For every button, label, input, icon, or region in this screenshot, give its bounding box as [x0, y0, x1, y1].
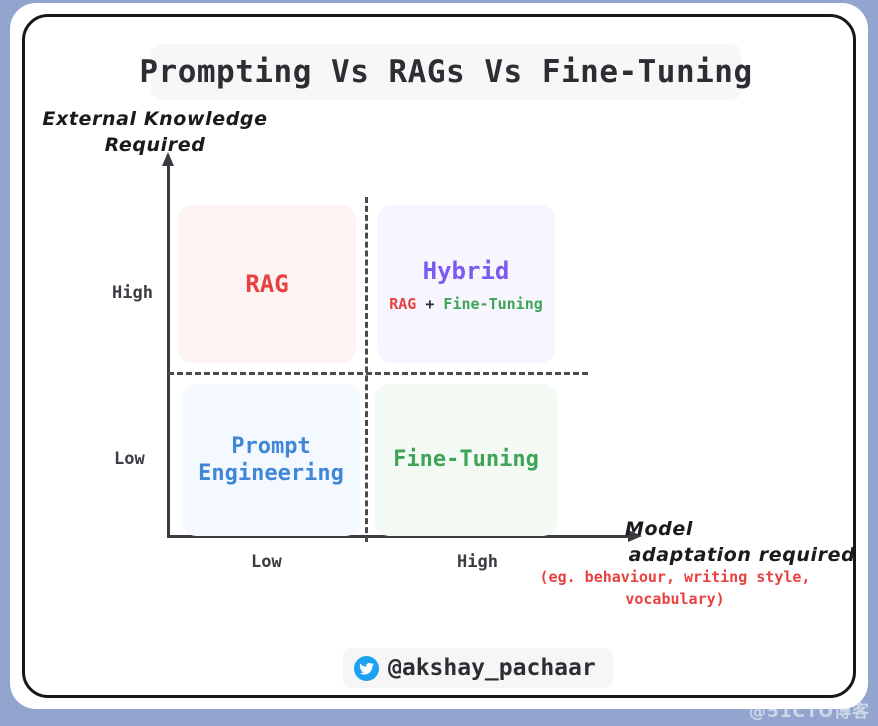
page-title: Prompting Vs RAGs Vs Fine-Tuning: [139, 54, 753, 90]
x-axis-caption-line1: Model: [625, 518, 693, 540]
x-axis-note-line2: vocabulary): [625, 589, 725, 608]
watermark: @51CTO博客: [748, 702, 870, 722]
hybrid-subtitle-rag: RAG: [389, 294, 417, 313]
twitter-bird-icon: [354, 655, 379, 681]
hybrid-subtitle-finetuning: Fine-Tuning: [443, 294, 543, 313]
quadrant-hybrid-subtitle: RAG + Fine-Tuning: [389, 295, 543, 313]
quadrant-hybrid-label: Hybrid: [422, 256, 510, 285]
quadrant-fine-tuning-label: Fine-Tuning: [393, 447, 539, 473]
author-handle-text: @akshay_pachaar: [388, 655, 596, 681]
y-axis-line: [162, 152, 174, 537]
quadrant-prompt-engineering-label: Prompt Engineering: [198, 433, 344, 487]
hybrid-subtitle-plus: +: [416, 294, 444, 313]
quadrant-fine-tuning[interactable]: Fine-Tuning: [375, 384, 557, 536]
horizontal-divider-dashed: [168, 372, 588, 375]
quadrant-rag-label: RAG: [245, 270, 289, 298]
x-axis-note-line1: (eg. behaviour, writing style,: [539, 568, 811, 586]
x-tick-high: High: [457, 552, 498, 572]
x-axis-caption-line2: adaptation required: [628, 543, 856, 566]
quadrant-hybrid[interactable]: Hybrid RAG + Fine-Tuning: [377, 205, 555, 363]
quadrant-prompt-engineering[interactable]: Prompt Engineering: [182, 384, 360, 536]
infographic-card: Prompting Vs RAGs Vs Fine-Tuning Externa…: [22, 14, 856, 698]
y-axis-caption-line2: Required: [104, 133, 206, 156]
x-tick-low: Low: [251, 552, 282, 572]
x-axis-caption: Model adaptation required: [617, 517, 856, 568]
x-axis-note: (eg. behaviour, writing style, vocabular…: [495, 567, 853, 611]
title-banner: Prompting Vs RAGs Vs Fine-Tuning: [139, 44, 752, 100]
y-tick-high: High: [112, 283, 153, 303]
quadrant-rag[interactable]: RAG: [178, 205, 356, 363]
author-handle-badge[interactable]: @akshay_pachaar: [343, 648, 613, 688]
y-axis-caption-line1: External Knowledge: [42, 108, 268, 130]
y-axis-caption: External Knowledge Required: [35, 107, 275, 158]
y-tick-low: Low: [114, 449, 145, 469]
vertical-divider-dashed: [365, 197, 368, 542]
